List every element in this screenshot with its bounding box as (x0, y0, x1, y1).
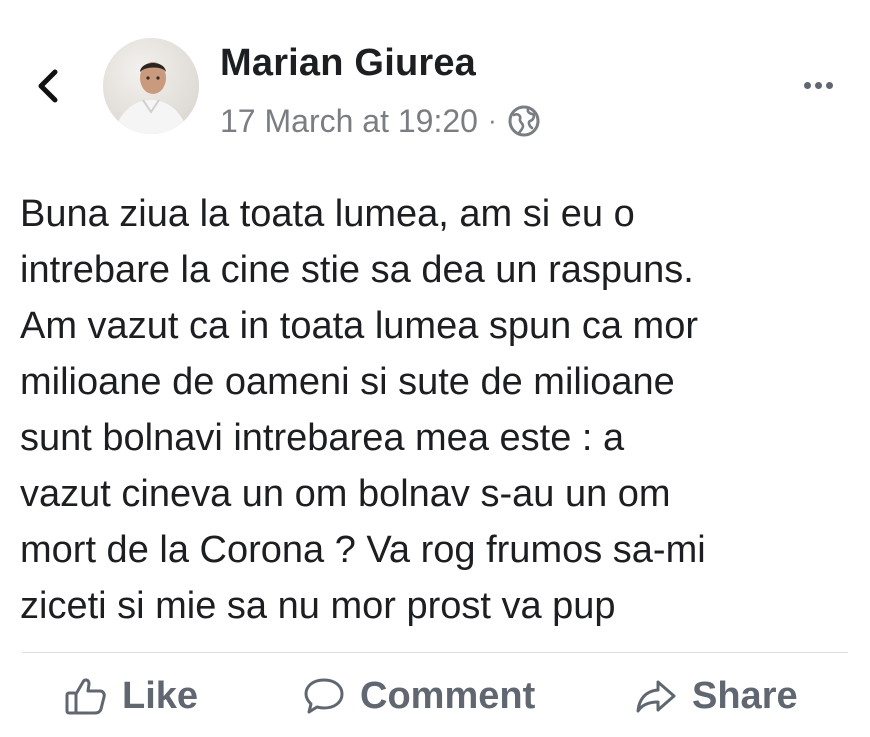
comment-label: Comment (360, 675, 536, 717)
share-label: Share (692, 675, 798, 717)
post-timestamp[interactable]: 17 March at 19:20 (220, 105, 478, 137)
comment-button[interactable]: Comment (302, 676, 535, 716)
share-arrow-icon (634, 676, 678, 716)
speech-bubble-icon (302, 676, 346, 716)
more-horizontal-icon (803, 81, 811, 89)
chevron-left-icon (33, 66, 63, 106)
more-options-button[interactable] (790, 70, 846, 100)
post-meta: 17 March at 19:20 · (220, 104, 541, 138)
globe-icon[interactable] (507, 104, 541, 138)
like-button[interactable]: Like (64, 676, 198, 716)
thumbs-up-icon (64, 676, 108, 716)
divider (22, 652, 848, 653)
meta-separator: · (487, 104, 497, 135)
author-name[interactable]: Marian Giurea (220, 44, 476, 82)
post-actions: Like Comment Share (0, 660, 870, 737)
share-button[interactable]: Share (634, 676, 798, 716)
post-header: Marian Giurea 17 March at 19:20 · (0, 0, 870, 160)
like-label: Like (122, 675, 199, 717)
avatar[interactable] (103, 38, 199, 134)
post-text: Buna ziua la toata lumea, am si eu o int… (20, 193, 706, 627)
back-button[interactable] (28, 64, 68, 108)
